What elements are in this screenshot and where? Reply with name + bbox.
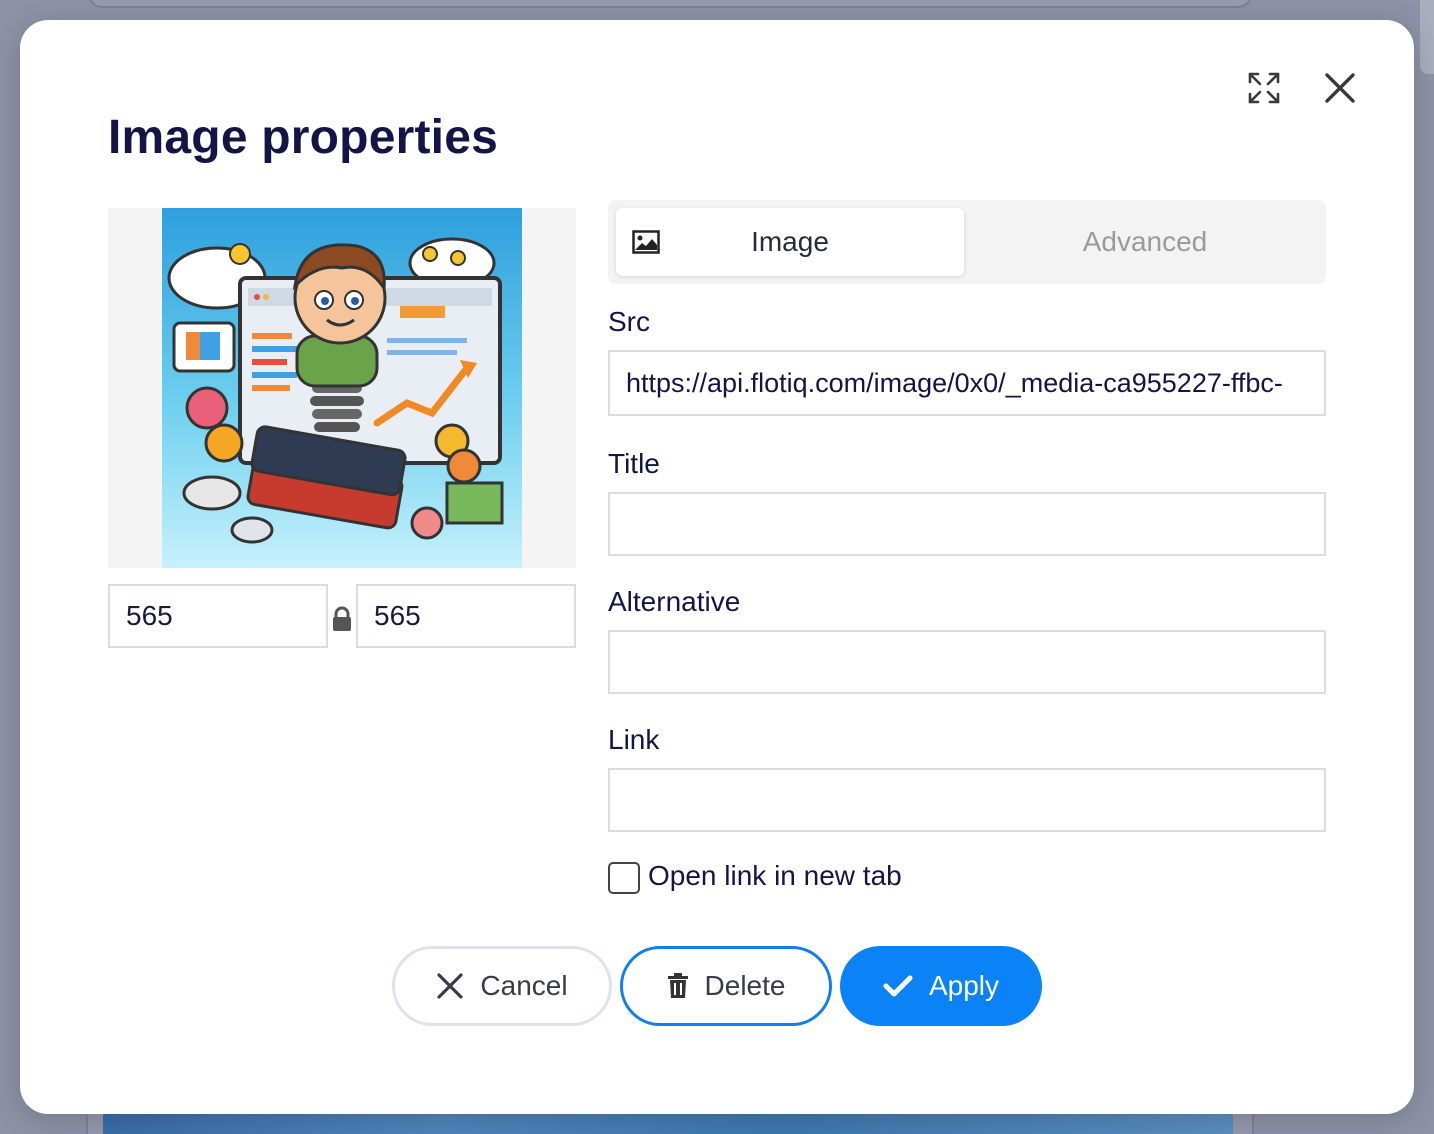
link-input[interactable] (608, 768, 1326, 832)
image-preview (108, 208, 576, 568)
apply-button[interactable]: Apply (840, 946, 1042, 1026)
alternative-label: Alternative (608, 586, 741, 617)
background-search-bar (88, 0, 1252, 8)
apply-label: Apply (928, 970, 1000, 1001)
title-label: Title (608, 448, 660, 479)
width-input[interactable] (108, 584, 328, 648)
link-label: Link (608, 724, 660, 755)
height-input[interactable] (356, 584, 576, 648)
cancel-label: Cancel (480, 970, 568, 1001)
cancel-button[interactable]: Cancel (392, 946, 612, 1026)
image-properties-dialog: Image properties 565 565 Image Advanced … (20, 20, 1414, 1114)
image-icon (632, 230, 660, 259)
dialog-title: Image properties (108, 111, 498, 164)
tab-image[interactable]: Image (616, 208, 964, 276)
src-label: Src (608, 306, 650, 337)
open-in-new-tab-checkbox[interactable] (608, 862, 640, 894)
background-image (103, 1112, 1233, 1134)
src-input[interactable] (608, 350, 1326, 416)
tab-advanced[interactable]: Advanced (972, 208, 1318, 276)
lock-icon[interactable] (331, 606, 353, 632)
tab-image-label: Image (751, 226, 829, 257)
check-icon (883, 974, 913, 998)
title-input[interactable] (608, 492, 1326, 556)
illustration-thumbnail (162, 208, 522, 568)
alternative-input[interactable] (608, 630, 1326, 694)
open-in-new-tab-label[interactable]: Open link in new tab (648, 860, 902, 892)
close-icon[interactable] (1318, 66, 1362, 110)
close-icon (436, 972, 464, 1000)
tab-bar: Image Advanced (608, 200, 1326, 284)
tab-advanced-label: Advanced (1082, 226, 1208, 257)
delete-button[interactable]: Delete (620, 946, 832, 1026)
delete-label: Delete (704, 970, 786, 1001)
trash-icon (667, 973, 689, 999)
expand-icon[interactable] (1242, 66, 1286, 110)
background-scrollbar (1420, 0, 1434, 74)
